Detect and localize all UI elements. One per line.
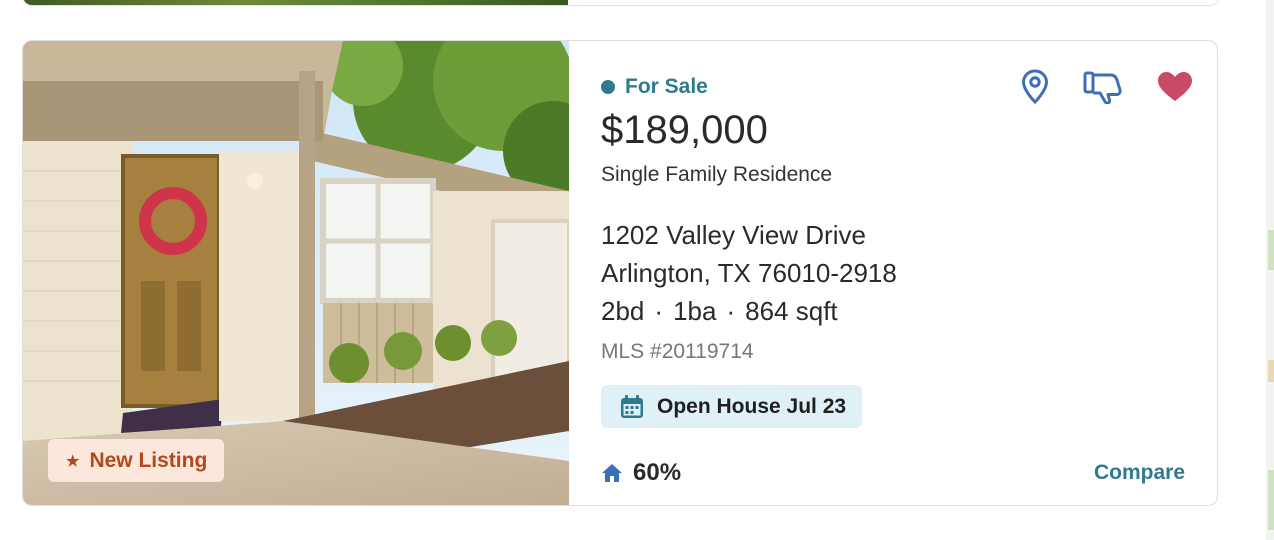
listing-actions: [987, 69, 1193, 105]
listing-photo[interactable]: ★ New Listing: [23, 41, 569, 505]
listing-info: For Sale $189,000 Single Family Residenc…: [601, 41, 1217, 505]
heart-icon[interactable]: [1157, 71, 1193, 103]
open-house-label: Open House Jul 23: [657, 394, 847, 418]
separator: ·: [654, 296, 664, 326]
calendar-icon: [621, 394, 643, 418]
match-score-value: 60%: [633, 459, 682, 486]
status-label: For Sale: [625, 75, 708, 98]
sqft: 864 sqft: [745, 296, 838, 326]
address-city: Arlington, TX 76010-2918: [601, 258, 897, 288]
listing-price: $189,000: [601, 108, 768, 152]
compare-link[interactable]: Compare: [1094, 461, 1185, 485]
mls-number: MLS #20119714: [601, 340, 754, 363]
edge-fragment: [1268, 470, 1274, 530]
map-pin-icon[interactable]: [1021, 69, 1049, 105]
thumbs-down-icon[interactable]: [1083, 70, 1123, 104]
badge-label: New Listing: [89, 448, 208, 472]
address-street: 1202 Valley View Drive: [601, 220, 866, 250]
house-photo-illustration: [23, 41, 569, 505]
home-icon: [602, 464, 622, 482]
property-facts: 2bd · 1ba · 864 sqft: [601, 296, 838, 327]
edge-fragment: [1268, 360, 1274, 382]
status-dot: [601, 80, 615, 94]
previous-listing-card[interactable]: [22, 0, 1220, 6]
new-listing-badge: ★ New Listing: [48, 439, 225, 482]
open-house-badge[interactable]: Open House Jul 23: [601, 385, 863, 428]
status-badge: For Sale: [601, 75, 708, 99]
adjacent-panel-edge: [1266, 0, 1274, 540]
previous-listing-photo[interactable]: [23, 0, 568, 5]
beds: 2bd: [601, 296, 645, 326]
separator: ·: [726, 296, 736, 326]
listing-card[interactable]: ★ New Listing For Sale $189,000 Single F…: [22, 40, 1218, 506]
property-type: Single Family Residence: [601, 163, 833, 186]
match-score: 60%: [601, 459, 681, 487]
baths: 1ba: [673, 296, 717, 326]
star-icon: ★: [66, 452, 80, 470]
edge-fragment: [1268, 230, 1274, 270]
